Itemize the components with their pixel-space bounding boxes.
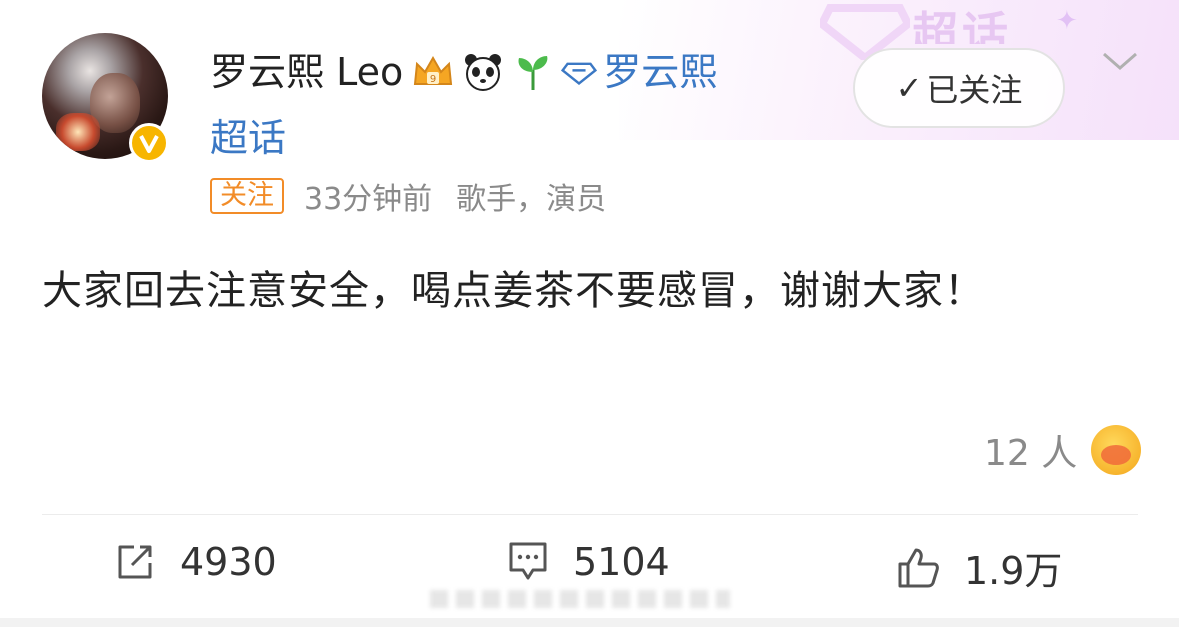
repost-count: 4930 xyxy=(180,540,277,584)
blurred-overlay-text xyxy=(430,590,730,608)
sprout-icon xyxy=(518,56,548,90)
sweat-emoji-icon xyxy=(1091,425,1142,475)
comment-icon xyxy=(509,542,547,580)
post-time: 33分钟前 xyxy=(304,182,433,217)
following-button[interactable]: ✓ 已关注 xyxy=(853,48,1065,128)
chevron-down-icon[interactable] xyxy=(1098,46,1142,76)
check-icon: ✓ xyxy=(895,69,923,107)
post-meta: 关注 33分钟前 歌手，演员 xyxy=(210,174,606,218)
reaction-count: 12 人 xyxy=(984,433,1078,474)
post-text: 大家回去注意安全，喝点姜茶不要感冒，谢谢大家！ xyxy=(42,268,985,314)
repost-button[interactable]: 4930 xyxy=(114,540,277,584)
verified-badge-icon xyxy=(129,123,169,163)
supertopic-banner-text: 超话 xyxy=(912,7,1012,44)
supertopic-link[interactable]: 罗云熙 xyxy=(603,46,717,98)
comment-button[interactable]: 5104 xyxy=(507,540,670,584)
sparkle-icon: ✦ xyxy=(1056,6,1078,36)
supertopic-diamond-icon xyxy=(561,62,598,86)
panda-icon xyxy=(465,54,502,91)
follow-tag: 关注 xyxy=(210,178,284,214)
crown-icon: 9 xyxy=(414,55,453,85)
thumbs-up-icon xyxy=(898,548,939,587)
like-button[interactable]: 1.9万 xyxy=(896,540,1062,595)
divider xyxy=(42,514,1138,515)
supertopic-link-suffix[interactable]: 超话 xyxy=(210,112,286,164)
svg-text:9: 9 xyxy=(430,74,436,85)
repost-icon xyxy=(118,545,152,579)
avatar-candle-light xyxy=(56,113,100,151)
author-description: 歌手，演员 xyxy=(456,182,607,217)
comment-count: 5104 xyxy=(573,540,670,584)
reaction-summary[interactable]: 12 人 xyxy=(984,424,1142,476)
like-count: 1.9万 xyxy=(964,549,1063,593)
bottom-separator xyxy=(0,618,1179,627)
action-bar: 4930 5104 1.9万 xyxy=(0,540,1179,596)
author-line: 罗云熙 Leo 9 罗云熙 xyxy=(210,46,717,98)
following-button-label: 已关注 xyxy=(926,71,1023,109)
author-name[interactable]: 罗云熙 Leo xyxy=(210,46,403,98)
